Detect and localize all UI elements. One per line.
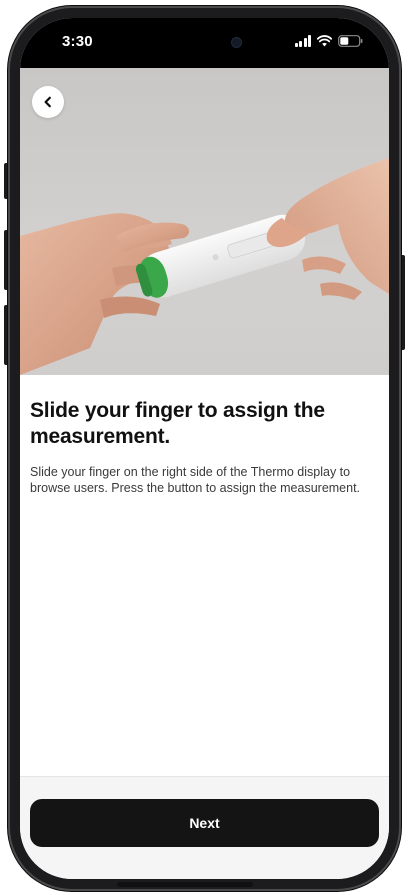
instruction-body: Slide your finger on the right side of t…: [30, 465, 361, 495]
app-screen: 3:30 Slide your finger to assign the mea…: [20, 18, 389, 879]
status-bar: 3:30: [20, 18, 389, 68]
status-time: 3:30: [62, 33, 93, 50]
home-indicator[interactable]: [117, 882, 253, 887]
battery-icon: [338, 35, 363, 47]
phone-mockup: 3:30 Slide your finger to assign the mea…: [0, 0, 409, 895]
hands-holding-thermo-device-photo: [20, 68, 389, 375]
dynamic-island: [152, 28, 256, 58]
status-icons: [294, 35, 364, 47]
front-camera-icon: [232, 38, 241, 47]
next-button[interactable]: Next: [30, 799, 379, 847]
chevron-left-icon: [44, 96, 51, 108]
hero-photo: [20, 68, 389, 375]
footer-bar: Next: [20, 776, 389, 879]
wifi-icon: [317, 35, 332, 47]
signal-icon: [294, 35, 311, 47]
instruction-content: Slide your finger to assign the measurem…: [30, 398, 382, 496]
instruction-heading: Slide your finger to assign the measurem…: [30, 399, 325, 448]
back-button[interactable]: [32, 86, 64, 118]
